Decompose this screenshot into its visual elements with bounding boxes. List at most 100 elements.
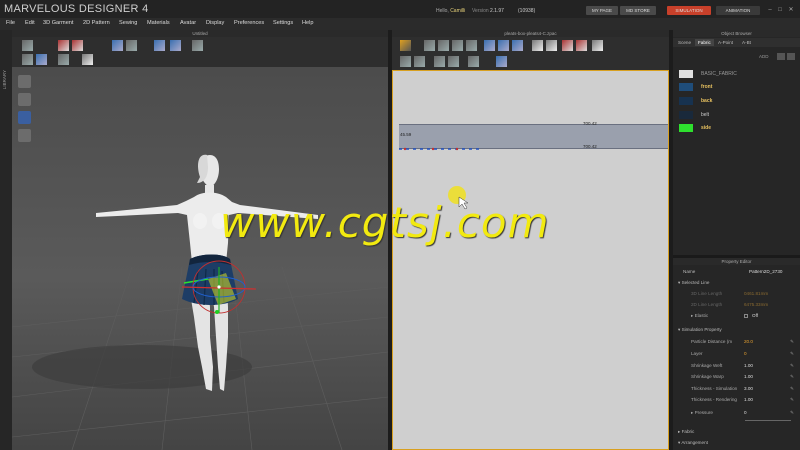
avatar-body-icon[interactable] (18, 75, 31, 88)
trace-icon[interactable] (592, 40, 603, 51)
select-2d-icon[interactable] (400, 56, 411, 67)
sewing-2d-icon[interactable] (414, 56, 425, 67)
edit-icon[interactable]: ✎ (790, 384, 794, 394)
property-value[interactable]: 1.00 (744, 361, 753, 371)
animation-mode-button[interactable]: ANIMATION (716, 6, 760, 15)
simulation-mode-button[interactable]: SIMULATION (667, 6, 711, 15)
minimize-icon[interactable]: – (766, 6, 774, 14)
tape-icon[interactable] (58, 54, 69, 65)
avatar-select-icon[interactable] (22, 54, 33, 65)
app-title: MARVELOUS DESIGNER 4 (4, 3, 149, 15)
tab-a-bt[interactable]: A-Bt (739, 39, 754, 46)
copy-icon[interactable] (777, 53, 785, 60)
curve-point-icon[interactable] (466, 40, 477, 51)
free-sewing-icon[interactable] (434, 56, 445, 67)
name-field[interactable]: Pattern2D_2730 (749, 267, 782, 277)
refresh-icon[interactable] (400, 40, 411, 51)
transform-pattern-icon[interactable] (438, 40, 449, 51)
pin-icon[interactable] (112, 40, 123, 51)
seam-icon[interactable] (562, 40, 573, 51)
multi-sewing-icon[interactable] (448, 56, 459, 67)
library-tab[interactable]: LIBRARY (0, 30, 12, 450)
menu-help[interactable]: Help (302, 20, 314, 26)
maximize-icon[interactable]: □ (776, 6, 784, 14)
dart-icon[interactable] (546, 40, 557, 51)
property-value[interactable]: 0 (744, 408, 747, 418)
tab-fabric[interactable]: Fabric (695, 39, 714, 46)
section-fabric[interactable]: ▸ Fabric (673, 427, 800, 437)
edit-icon[interactable]: ✎ (790, 361, 794, 371)
property-value[interactable]: 3.00 (744, 384, 753, 394)
arrow-down-icon[interactable] (22, 40, 33, 51)
menu-file[interactable]: File (6, 20, 15, 26)
edit-icon[interactable]: ✎ (790, 372, 794, 382)
delete-icon[interactable] (787, 53, 795, 60)
user-name[interactable]: Camilli (450, 8, 465, 14)
measure-top: 700.42 (583, 121, 597, 126)
edit-icon[interactable]: ✎ (790, 395, 794, 405)
close-icon[interactable]: ✕ (787, 6, 795, 14)
fabric-item-belt[interactable]: belt (679, 111, 797, 120)
menu-avatar[interactable]: Avatar (180, 20, 196, 26)
fabric-item-front[interactable]: front (679, 83, 797, 92)
fabric-swatch (679, 111, 693, 119)
elastic-checkbox[interactable] (744, 314, 748, 318)
section-simulation-property[interactable]: ▾ Simulation Property (673, 325, 800, 335)
skirt-garment[interactable] (182, 254, 238, 306)
fold-icon[interactable] (170, 40, 181, 51)
add-fabric-button[interactable]: ADD (759, 54, 769, 59)
menu-sewing[interactable]: Sewing (119, 20, 137, 26)
fabric-item-back[interactable]: back (679, 97, 797, 106)
garment-icon[interactable] (154, 40, 165, 51)
edit-icon[interactable]: ✎ (790, 349, 794, 359)
property-label: Thickness - Rendering (691, 397, 737, 402)
edit-icon[interactable]: ✎ (790, 408, 794, 418)
fabric-item-basic[interactable]: BASIC_FABRIC (679, 70, 797, 79)
fabric-texture-icon[interactable] (496, 56, 507, 67)
check-sewing-icon[interactable] (468, 56, 479, 67)
title-bar: MARVELOUS DESIGNER 4 Hello, Camilli Vers… (0, 0, 800, 18)
select-mesh-icon[interactable] (58, 40, 69, 51)
avatar-move-icon[interactable] (36, 54, 47, 65)
edit-pattern-icon[interactable] (424, 40, 435, 51)
menu-edit[interactable]: Edit (25, 20, 35, 26)
polygon-icon[interactable] (484, 40, 495, 51)
my-page-button[interactable]: MY PAGE (586, 6, 618, 15)
viewport-2d[interactable]: 700.42 45.59 700.42 (392, 70, 669, 450)
object-browser: Object Browser Scene Fabric A-Point A-Bt… (673, 30, 800, 255)
menu-materials[interactable]: Materials (147, 20, 170, 26)
menu-bar: File Edit 3D Garment 2D Pattern Sewing M… (0, 18, 800, 30)
segment-sewing-icon[interactable] (576, 40, 587, 51)
tab-scene[interactable]: Scene (675, 39, 694, 46)
viewport-3d[interactable] (12, 67, 388, 450)
property-value[interactable]: 0 (744, 349, 747, 359)
menu-3d-garment[interactable]: 3D Garment (43, 20, 73, 26)
property-value[interactable]: 1.00 (744, 395, 753, 405)
move-mesh-icon[interactable] (72, 40, 83, 51)
section-selected-line[interactable]: ▾ Selected Line (673, 278, 800, 288)
pressure-slider[interactable] (745, 420, 791, 421)
tab-a-point[interactable]: A-Point (715, 39, 736, 46)
section-arrangement[interactable]: ▾ Arrangement (673, 438, 800, 448)
measure-bottom: 700.42 (583, 144, 597, 149)
measure-icon[interactable] (192, 40, 203, 51)
edit-point-icon[interactable] (452, 40, 463, 51)
internal-line-icon[interactable] (532, 40, 543, 51)
property-value[interactable]: 1.00 (744, 372, 753, 382)
rectangle-icon[interactable] (498, 40, 509, 51)
menu-settings[interactable]: Settings (273, 20, 293, 26)
avatar-head-icon[interactable] (18, 93, 31, 106)
avatar-face-icon[interactable] (18, 129, 31, 142)
texture-icon[interactable] (82, 54, 93, 65)
viewport-3d-title: Untitled (12, 30, 388, 37)
property-value[interactable]: 20.0 (744, 337, 753, 347)
circle-icon[interactable] (512, 40, 523, 51)
menu-2d-pattern[interactable]: 2D Pattern (83, 20, 110, 26)
edit-icon[interactable]: ✎ (790, 337, 794, 347)
menu-preferences[interactable]: Preferences (234, 20, 264, 26)
fabric-item-side[interactable]: side (679, 124, 797, 133)
md-store-button[interactable]: MD STORE (620, 6, 656, 15)
garment-display-icon[interactable] (18, 111, 31, 124)
tack-icon[interactable] (126, 40, 137, 51)
menu-display[interactable]: Display (206, 20, 224, 26)
